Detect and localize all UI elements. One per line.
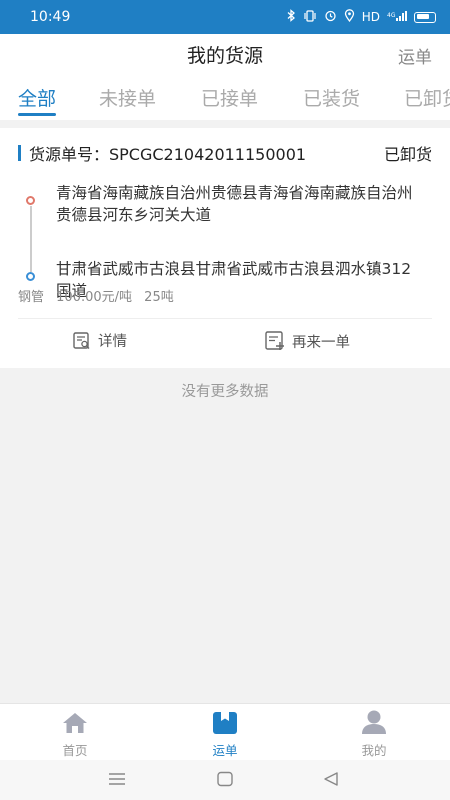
cargo-price: 100.00元/吨 <box>56 290 133 305</box>
tab-accepted[interactable]: 已接单 <box>201 84 258 111</box>
destination-dot-icon <box>26 272 35 281</box>
nav-home-label: 首页 <box>62 743 88 758</box>
system-nav-bar <box>0 760 450 800</box>
reorder-button[interactable]: 再来一单 <box>264 330 350 352</box>
battery-icon <box>414 11 436 23</box>
order-card-header: 货源单号：SPCGC21042011150001 已卸货 <box>18 142 432 164</box>
nav-mine-label: 我的 <box>361 743 387 758</box>
nav-home[interactable]: 首页 <box>35 709 115 759</box>
origin-dot-icon <box>26 196 35 205</box>
status-icons: HD 4G <box>287 9 436 25</box>
waybill-icon <box>185 709 265 735</box>
menu-icon[interactable] <box>108 771 126 791</box>
home-icon <box>35 709 115 735</box>
cargo-info: 钢管 100.00元/吨 25吨 <box>18 286 182 305</box>
tab-unloaded[interactable]: 已卸货 <box>404 84 450 111</box>
accent-bar <box>18 145 21 161</box>
active-tab-indicator <box>18 113 56 116</box>
page-title: 我的货源 <box>186 45 263 67</box>
tab-not-accepted[interactable]: 未接单 <box>99 84 156 111</box>
status-time: 10:49 <box>30 9 71 25</box>
list-end-text: 没有更多数据 <box>181 384 269 400</box>
detail-button[interactable]: 详情 <box>72 330 127 351</box>
app-header: 我的货源 运单 <box>0 34 450 74</box>
alarm-icon <box>324 9 337 25</box>
network-type: HD <box>361 10 380 24</box>
order-number: 货源单号：SPCGC21042011150001 <box>18 141 306 165</box>
cargo-name: 钢管 <box>18 290 45 305</box>
order-status: 已卸货 <box>383 145 432 164</box>
card-actions: 详情 再来一单 <box>0 330 450 358</box>
nav-waybill-label: 运单 <box>212 743 238 758</box>
nav-mine[interactable]: 我的 <box>334 709 414 759</box>
detail-label: 详情 <box>98 334 127 350</box>
nav-waybill[interactable]: 运单 <box>185 709 265 759</box>
cargo-weight: 25吨 <box>144 290 174 305</box>
order-card[interactable]: 货源单号：SPCGC21042011150001 已卸货 青海省海南藏族自治州贵… <box>0 128 450 368</box>
tab-all[interactable]: 全部 <box>18 84 56 111</box>
tab-loaded[interactable]: 已装货 <box>303 84 360 111</box>
origin-address: 青海省海南藏族自治州贵德县青海省海南藏族自治州贵德县河东乡河关大道 <box>56 184 413 224</box>
route-line <box>30 206 32 272</box>
order-number-text: 货源单号：SPCGC21042011150001 <box>29 145 307 164</box>
location-icon <box>344 9 355 25</box>
back-icon[interactable] <box>322 771 340 791</box>
svg-text:4G: 4G <box>387 12 396 19</box>
status-bar: 10:49 HD 4G <box>0 0 450 34</box>
reorder-label: 再来一单 <box>292 334 350 351</box>
bottom-nav: 首页 运单 我的 <box>0 703 450 760</box>
card-divider <box>18 318 432 319</box>
home-square-icon[interactable] <box>216 771 234 791</box>
bluetooth-icon <box>287 9 296 25</box>
signal-icon: 4G <box>387 10 407 25</box>
detail-icon <box>72 331 92 351</box>
waybill-link[interactable]: 运单 <box>398 43 432 68</box>
vibrate-icon <box>303 9 317 25</box>
add-document-icon <box>264 330 286 352</box>
user-icon <box>334 709 414 735</box>
status-tabs: 全部 未接单 已接单 已装货 已卸货 <box>0 74 450 120</box>
